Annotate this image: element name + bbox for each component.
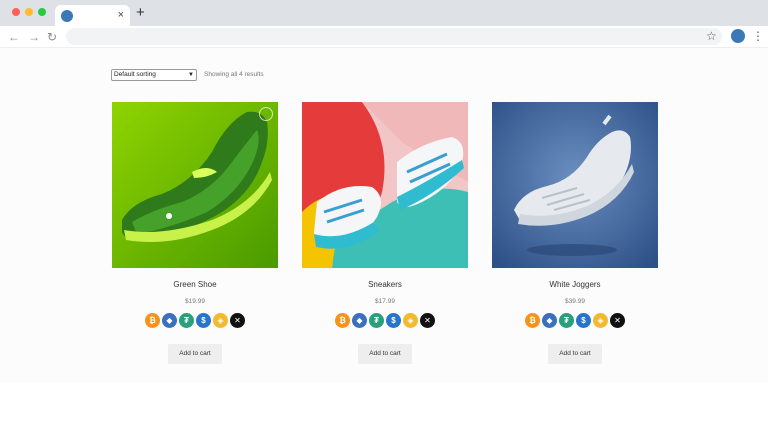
binance-icon: ◈: [593, 313, 608, 328]
product-image-sneakers[interactable]: [302, 102, 468, 268]
browser-menu-icon[interactable]: ⋮: [752, 28, 764, 44]
usdc-icon: $: [386, 313, 401, 328]
ethereum-icon: ◆: [352, 313, 367, 328]
xrp-icon: ✕: [230, 313, 245, 328]
product-title[interactable]: White Joggers: [492, 280, 658, 289]
shop-page: Default sorting ▼ Showing all 4 results: [0, 48, 768, 382]
product-title[interactable]: Green Shoe: [112, 280, 278, 289]
browser-toolbar: ← → ↻ ☆ ⋮: [0, 26, 768, 48]
chevron-down-icon: ▼: [188, 72, 194, 78]
usdc-icon: $: [196, 313, 211, 328]
forward-icon[interactable]: →: [28, 29, 40, 45]
browser-tab[interactable]: ×: [55, 5, 130, 26]
product-card: Green Shoe $19.99 ₿ ◆ ₮ $ ◈ ✕ Add to cart: [112, 102, 278, 372]
binance-icon: ◈: [403, 313, 418, 328]
results-count: Showing all 4 results: [204, 71, 264, 78]
bitcoin-icon: ₿: [145, 313, 160, 328]
add-to-cart-button[interactable]: Add to cart: [168, 344, 222, 364]
product-image-green-shoe[interactable]: [112, 102, 278, 268]
usdc-icon: $: [576, 313, 591, 328]
sort-select-value: Default sorting: [114, 71, 156, 78]
bookmark-star-icon[interactable]: ☆: [706, 29, 717, 43]
product-card: White Joggers $39.99 ₿ ◆ ₮ $ ◈ ✕ Add to cart: [492, 102, 658, 372]
product-price: $17.99: [375, 298, 395, 305]
tab-close-icon[interactable]: ×: [118, 8, 124, 22]
bitcoin-icon: ₿: [525, 313, 540, 328]
maximize-window-button[interactable]: [38, 8, 46, 16]
product-price: $19.99: [185, 298, 205, 305]
crypto-icons: ₿ ◆ ₮ $ ◈ ✕: [525, 313, 625, 329]
product-image-white-joggers[interactable]: [492, 102, 658, 268]
minimize-window-button[interactable]: [25, 8, 33, 16]
browser-window: × + ← → ↻ ☆ ⋮ Default sorting ▼ Showing …: [0, 0, 768, 432]
back-icon[interactable]: ←: [8, 29, 20, 45]
binance-icon: ◈: [213, 313, 228, 328]
close-window-button[interactable]: [12, 8, 20, 16]
new-tab-button[interactable]: +: [136, 5, 145, 21]
address-bar[interactable]: [66, 28, 722, 45]
xrp-icon: ✕: [610, 313, 625, 328]
zoom-icon[interactable]: [259, 107, 273, 121]
sort-select[interactable]: Default sorting ▼: [111, 69, 197, 81]
product-price: $39.99: [565, 298, 585, 305]
tab-bar: × +: [0, 0, 768, 26]
xrp-icon: ✕: [420, 313, 435, 328]
bitcoin-icon: ₿: [335, 313, 350, 328]
product-card: Sneakers $17.99 ₿ ◆ ₮ $ ◈ ✕ Add to cart: [302, 102, 468, 372]
tether-icon: ₮: [369, 313, 384, 328]
ethereum-icon: ◆: [542, 313, 557, 328]
tether-icon: ₮: [179, 313, 194, 328]
add-to-cart-button[interactable]: Add to cart: [358, 344, 412, 364]
reload-icon[interactable]: ↻: [47, 29, 57, 45]
ethereum-icon: ◆: [162, 313, 177, 328]
add-to-cart-button[interactable]: Add to cart: [548, 344, 602, 364]
crypto-icons: ₿ ◆ ₮ $ ◈ ✕: [335, 313, 435, 329]
favicon-icon: [61, 10, 73, 22]
profile-avatar[interactable]: [731, 29, 745, 43]
product-title[interactable]: Sneakers: [302, 280, 468, 289]
tether-icon: ₮: [559, 313, 574, 328]
crypto-icons: ₿ ◆ ₮ $ ◈ ✕: [145, 313, 245, 329]
